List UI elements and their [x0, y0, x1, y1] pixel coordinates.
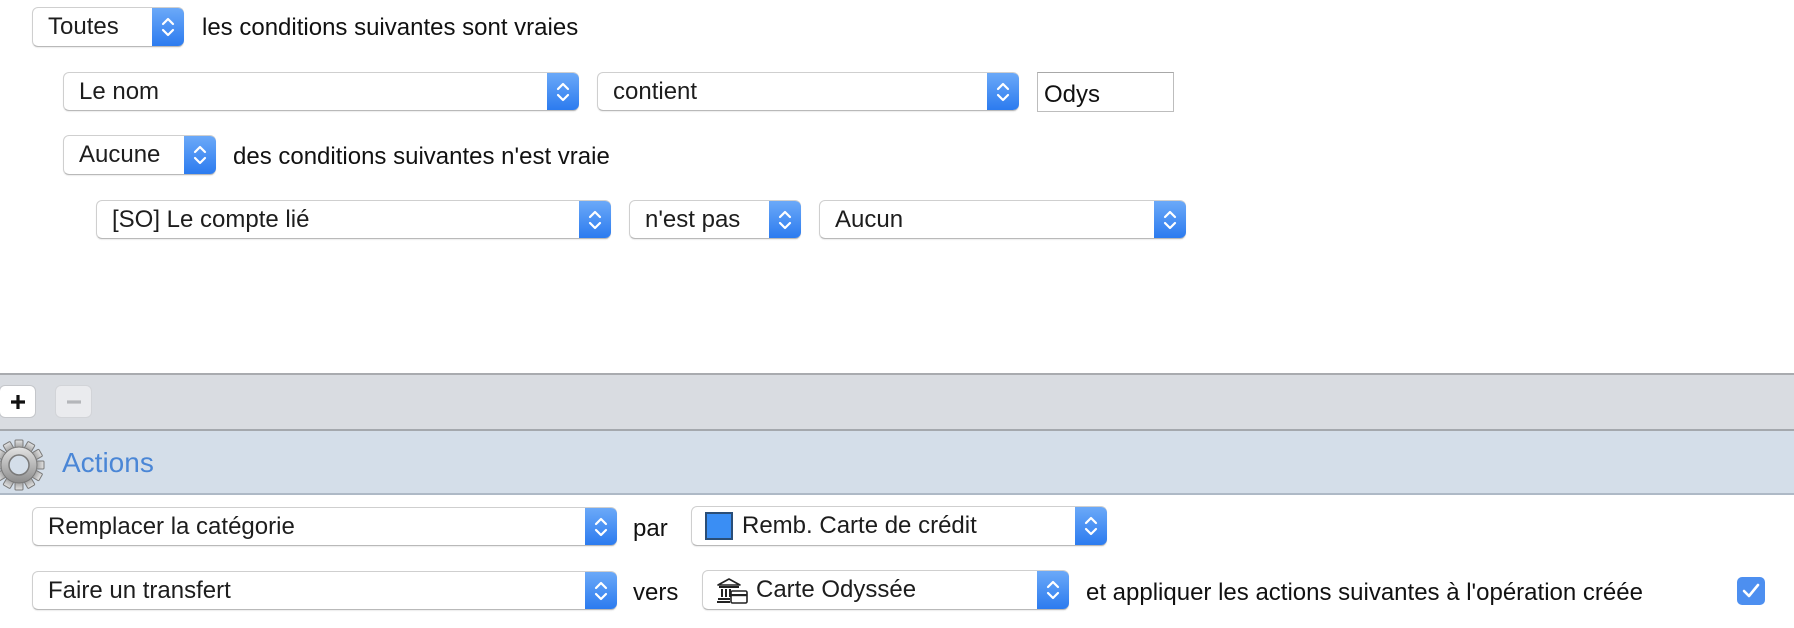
rule2-operator-value: n'est pas — [645, 205, 741, 233]
remove-condition-button[interactable] — [55, 385, 92, 418]
group-quantifier-value: Aucune — [79, 141, 161, 168]
root-quantifier-suffix: les conditions suivantes sont vraies — [202, 14, 579, 41]
root-quantifier-popup[interactable]: Toutes — [32, 7, 184, 47]
updown-chevron-icon — [579, 201, 611, 238]
actions-title: Actions — [62, 447, 154, 478]
action1-target-value: Remb. Carte de crédit — [742, 512, 977, 539]
rule1-field-popup[interactable]: Le nom — [63, 72, 579, 111]
action2-type-value: Faire un transfert — [48, 576, 231, 604]
updown-chevron-icon — [1075, 507, 1107, 545]
checkmark-icon — [1742, 583, 1760, 598]
action2-target-value: Carte Odyssée — [756, 576, 917, 603]
updown-chevron-icon — [1154, 201, 1186, 238]
updown-chevron-icon — [547, 73, 579, 110]
apply-actions-checkbox[interactable] — [1737, 577, 1765, 605]
plus-icon — [10, 394, 25, 409]
updown-chevron-icon — [987, 73, 1019, 110]
updown-chevron-icon — [184, 136, 216, 174]
rule2-field-value: [SO] Le compte lié — [112, 205, 310, 233]
action1-connector: par — [633, 515, 668, 542]
rule2-field-popup[interactable]: [SO] Le compte lié — [96, 200, 611, 239]
group-quantifier-suffix: des conditions suivantes n'est vraie — [233, 143, 610, 170]
rule1-operator-value: contient — [613, 77, 698, 105]
category-color-swatch — [705, 512, 733, 540]
actions-header — [0, 431, 1794, 495]
action1-type-value: Remplacer la catégorie — [48, 512, 295, 540]
root-quantifier-value: Toutes — [48, 13, 119, 40]
updown-chevron-icon — [152, 8, 184, 46]
rule2-value-popup[interactable]: Aucun — [819, 200, 1186, 239]
action2-connector: vers — [633, 579, 679, 606]
bank-card-icon — [717, 578, 748, 604]
minus-icon — [66, 399, 81, 404]
action2-target-popup[interactable]: Carte Odyssée — [702, 570, 1069, 610]
apply-actions-label: et appliquer les actions suivantes à l'o… — [1086, 579, 1643, 606]
action1-type-popup[interactable]: Remplacer la catégorie — [32, 507, 617, 546]
updown-chevron-icon — [585, 508, 617, 545]
rule2-operator-popup[interactable]: n'est pas — [629, 200, 801, 239]
gear-icon — [0, 439, 45, 491]
rule2-value-value: Aucun — [835, 205, 904, 233]
add-condition-button[interactable] — [0, 385, 36, 418]
action1-target-popup[interactable]: Remb. Carte de crédit — [691, 506, 1107, 546]
action2-type-popup[interactable]: Faire un transfert — [32, 571, 617, 610]
rule1-value-field[interactable] — [1037, 72, 1174, 112]
rule1-operator-popup[interactable]: contient — [597, 72, 1019, 111]
rule1-field-value: Le nom — [79, 77, 160, 105]
conditions-toolbar — [0, 373, 1794, 431]
updown-chevron-icon — [769, 201, 801, 238]
updown-chevron-icon — [585, 572, 617, 609]
group-quantifier-popup[interactable]: Aucune — [63, 135, 216, 175]
updown-chevron-icon — [1037, 571, 1069, 609]
